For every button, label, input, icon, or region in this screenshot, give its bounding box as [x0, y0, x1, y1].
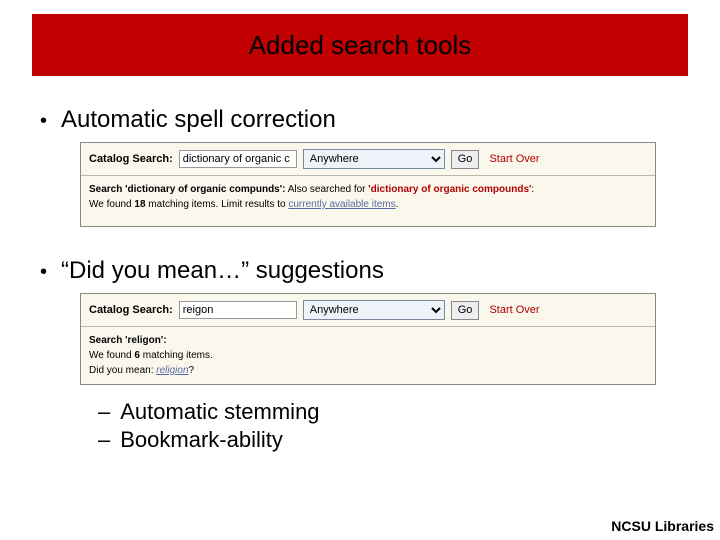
- sub-bullet-list: – Automatic stemming – Bookmark-ability: [98, 399, 692, 453]
- bullet-did-you-mean: • “Did you mean…” suggestions: [40, 257, 692, 285]
- go-button[interactable]: Go: [451, 301, 480, 320]
- dash-icon: –: [98, 399, 110, 425]
- search-bar: Catalog Search: Anywhere Go Start Over: [81, 143, 655, 176]
- results-summary: Search 'religon': We found 6 matching it…: [81, 327, 655, 386]
- catalog-search-label: Catalog Search:: [89, 153, 173, 165]
- results-line-2: We found 18 matching items. Limit result…: [89, 197, 647, 212]
- footer-brand: NCSU Libraries: [611, 518, 714, 534]
- sub-bullet-stemming: – Automatic stemming: [98, 399, 692, 425]
- colon: :: [531, 184, 534, 195]
- found-count: 18: [134, 199, 145, 210]
- screenshot-did-you-mean: Catalog Search: Anywhere Go Start Over S…: [80, 293, 656, 385]
- scope-select[interactable]: Anywhere: [303, 149, 445, 169]
- found-prefix: We found: [89, 199, 134, 210]
- bullet-spell-correction: • Automatic spell correction: [40, 106, 692, 134]
- search-bar: Catalog Search: Anywhere Go Start Over: [81, 294, 655, 327]
- found-suffix: matching items. Limit results to: [146, 199, 289, 210]
- searched-term: Search 'religon':: [89, 335, 167, 346]
- results-line-3: Did you mean: religion?: [89, 363, 647, 378]
- found-suffix: matching items.: [140, 350, 213, 361]
- start-over-link[interactable]: Start Over: [489, 304, 539, 316]
- results-line-1: Search 'dictionary of organic compunds':…: [89, 182, 647, 197]
- qmark: ?: [189, 365, 195, 376]
- search-input[interactable]: [179, 301, 297, 319]
- limit-results-link[interactable]: currently available items: [288, 199, 395, 210]
- catalog-search-label: Catalog Search:: [89, 304, 173, 316]
- found-prefix: We found: [89, 350, 134, 361]
- scope-select[interactable]: Anywhere: [303, 300, 445, 320]
- search-input[interactable]: [179, 150, 297, 168]
- title-banner: Added search tools: [32, 14, 688, 76]
- screenshot-spell-correction: Catalog Search: Anywhere Go Start Over S…: [80, 142, 656, 227]
- slide-title: Added search tools: [249, 30, 472, 61]
- bullet-icon: •: [40, 261, 47, 284]
- searched-term: Search 'dictionary of organic compunds':: [89, 184, 285, 195]
- go-button[interactable]: Go: [451, 150, 480, 169]
- dash-icon: –: [98, 427, 110, 453]
- sub-bullet-bookmark: – Bookmark-ability: [98, 427, 692, 453]
- results-line-1: Search 'religon':: [89, 333, 647, 348]
- bullet-icon: •: [40, 110, 47, 133]
- slide: Added search tools • Automatic spell cor…: [0, 0, 720, 540]
- bullet-text: Automatic spell correction: [61, 106, 336, 134]
- sub-bullet-text: Automatic stemming: [120, 399, 319, 425]
- did-you-mean-link[interactable]: religion: [156, 365, 188, 376]
- start-over-link[interactable]: Start Over: [489, 153, 539, 165]
- results-summary: Search 'dictionary of organic compunds':…: [81, 176, 655, 220]
- did-you-mean-label: Did you mean:: [89, 365, 156, 376]
- period: .: [396, 199, 399, 210]
- corrected-term: 'dictionary of organic compounds': [368, 184, 531, 195]
- sub-bullet-text: Bookmark-ability: [120, 427, 283, 453]
- bullet-text: “Did you mean…” suggestions: [61, 257, 384, 285]
- also-searched-text: Also searched for: [285, 184, 368, 195]
- results-line-2: We found 6 matching items.: [89, 348, 647, 363]
